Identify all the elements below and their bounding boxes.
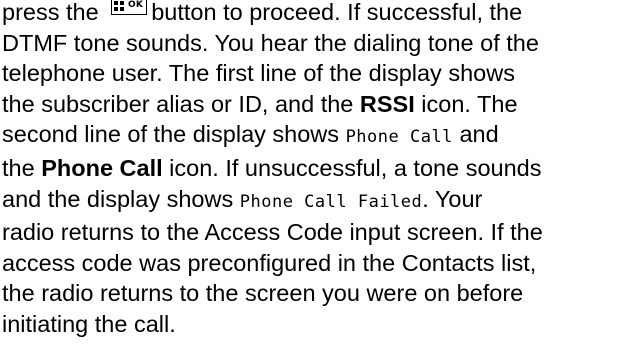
display-text-phone-call: Phone Call	[345, 127, 453, 148]
text-line-7: and the display shows Phone Call Failed.…	[2, 184, 626, 218]
text-segment: second line of the display shows	[2, 121, 346, 148]
text-line-8: radio returns to the Access Code input s…	[2, 219, 543, 246]
text-line-11: initiating the call.	[2, 310, 176, 337]
menu-ok-key-icon: OK	[111, 0, 148, 15]
text-segment: . Your	[422, 185, 483, 212]
text-line-1: press the OK button to proceed. If succes…	[2, 0, 626, 28]
rssi-term: RSSI	[359, 90, 415, 117]
text-segment: and	[452, 121, 499, 148]
text-line-6: the Phone Call icon. If unsuccessful, a …	[2, 153, 626, 184]
phone-call-term: Phone Call	[41, 154, 163, 181]
text-line-2: DTMF tone sounds. You hear the dialing t…	[2, 29, 539, 56]
text-segment: the	[2, 154, 42, 181]
text-line-9: access code was preconfigured in the Con…	[2, 249, 537, 276]
text-segment: icon. The	[414, 90, 518, 117]
text-segment: button to proceed. If successful, the	[151, 0, 523, 25]
text-line-3: telephone user. The first line of the di…	[2, 60, 515, 87]
menu-grid-glyph	[114, 1, 125, 11]
ok-key-label: OK	[127, 0, 144, 10]
display-text-phone-call-failed: Phone Call Failed	[239, 191, 423, 212]
text-segment: the subscriber alias or ID, and the	[2, 90, 360, 117]
text-segment: icon. If unsuccessful, a tone sounds	[162, 154, 542, 181]
text-line-5: second line of the display shows Phone C…	[2, 119, 626, 153]
text-segment: and the display shows	[2, 185, 240, 212]
instruction-paragraph: press the OK button to proceed. If succes…	[2, 0, 626, 340]
text-line-4: the subscriber alias or ID, and the RSSI…	[2, 89, 626, 120]
text-line-10: the radio returns to the screen you were…	[2, 280, 524, 307]
text-segment: press the	[2, 0, 106, 25]
